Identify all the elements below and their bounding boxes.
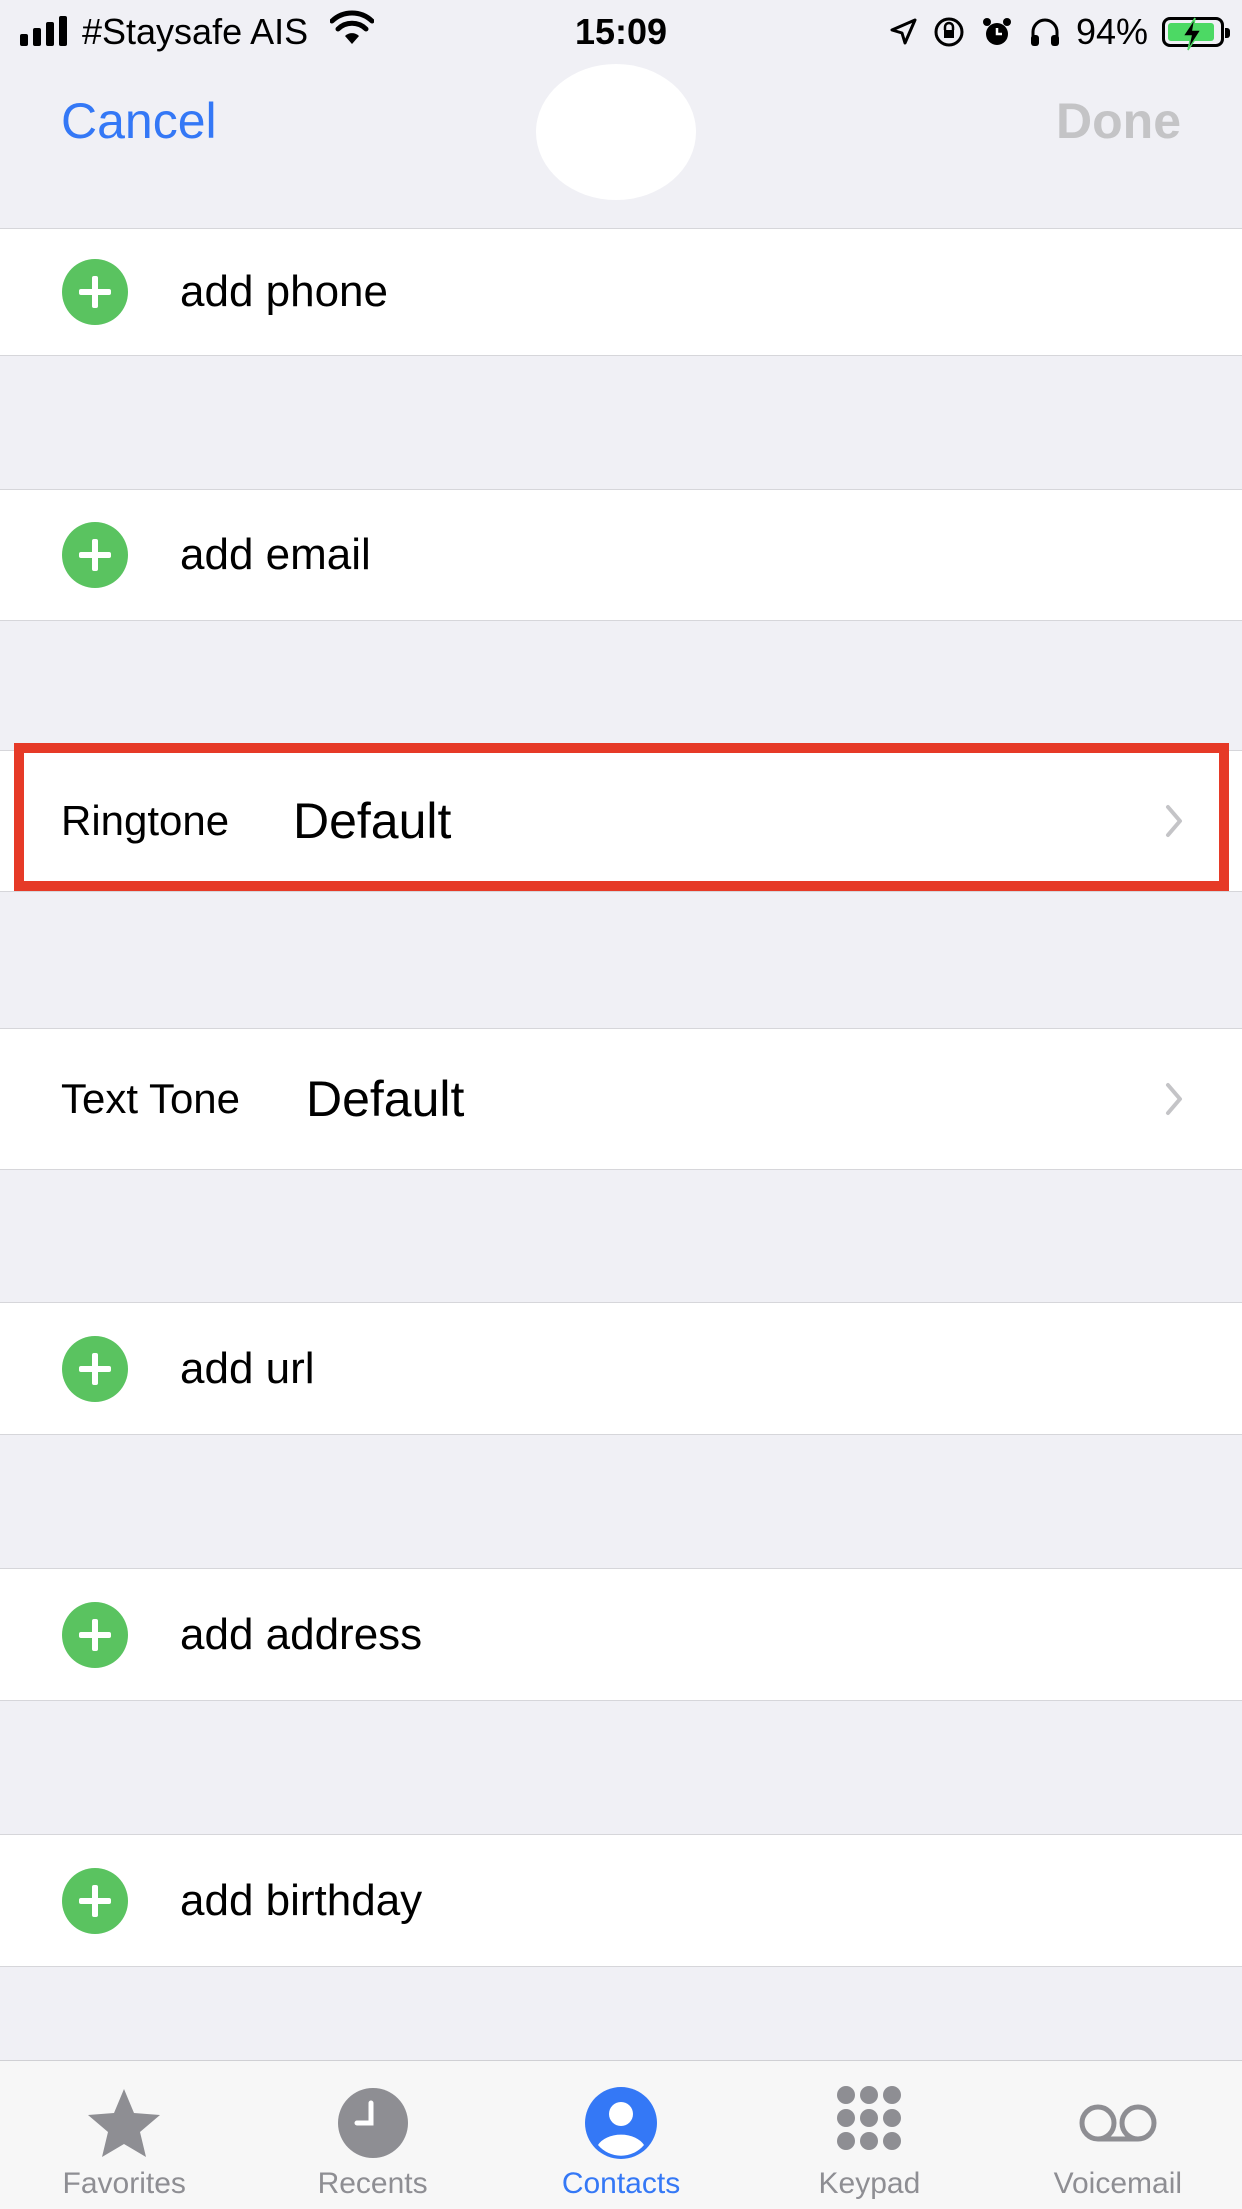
add-phone-label: add phone	[180, 267, 388, 316]
add-address-label: add address	[180, 1609, 423, 1659]
add-birthday-label: add birthday	[180, 1875, 423, 1925]
add-phone-row[interactable]: add phone	[0, 228, 1242, 356]
add-birthday-row[interactable]: add birthday	[0, 1834, 1242, 1967]
keypad-icon	[837, 2086, 902, 2150]
battery-percent: 94%	[1075, 11, 1148, 52]
add-icon	[62, 259, 128, 325]
tab-label: Voicemail	[1053, 2167, 1183, 2200]
tab-label: Recents	[317, 2167, 428, 2200]
chevron-right-icon	[1166, 1083, 1182, 1115]
location-icon	[890, 18, 917, 45]
add-icon	[62, 1601, 128, 1668]
add-url-row[interactable]: add url	[0, 1302, 1242, 1435]
avatar[interactable]	[536, 64, 696, 200]
status-bar: #Staysafe AIS 15:09 94%	[0, 0, 1242, 64]
navigation-bar: Cancel Done	[0, 64, 1242, 228]
tab-favorites[interactable]: Favorites	[0, 2061, 248, 2209]
add-icon	[62, 522, 128, 588]
orientation-lock-icon	[934, 17, 964, 47]
tab-bar: Favorites Recents Contacts Keypad Voicem…	[0, 2060, 1242, 2209]
cancel-button[interactable]: Cancel	[61, 92, 217, 150]
tab-label: Contacts	[561, 2167, 681, 2200]
tab-contacts[interactable]: Contacts	[497, 2061, 745, 2209]
add-address-row[interactable]: add address	[0, 1568, 1242, 1701]
person-icon	[585, 2087, 658, 2159]
add-url-label: add url	[180, 1343, 315, 1393]
alarm-icon	[982, 18, 1011, 45]
clock-icon	[337, 2088, 408, 2158]
text-tone-row[interactable]: Text Tone Default	[0, 1028, 1242, 1170]
star-icon	[88, 2089, 161, 2157]
add-icon	[62, 1335, 128, 1402]
add-email-label: add email	[180, 530, 371, 579]
add-icon	[62, 1867, 128, 1934]
add-email-row[interactable]: add email	[0, 489, 1242, 621]
tab-label: Keypad	[818, 2167, 921, 2200]
text-tone-label: Text Tone	[61, 1075, 241, 1122]
tab-recents[interactable]: Recents	[248, 2061, 496, 2209]
voicemail-icon	[1079, 2104, 1157, 2142]
text-tone-value: Default	[306, 1071, 465, 1127]
headphones-icon	[1030, 18, 1059, 46]
done-button[interactable]: Done	[1056, 92, 1181, 150]
tab-keypad[interactable]: Keypad	[745, 2061, 993, 2209]
tab-voicemail[interactable]: Voicemail	[994, 2061, 1242, 2209]
battery-charging-icon	[1162, 17, 1230, 51]
highlight-box	[14, 743, 1229, 891]
tab-label: Favorites	[62, 2167, 186, 2200]
